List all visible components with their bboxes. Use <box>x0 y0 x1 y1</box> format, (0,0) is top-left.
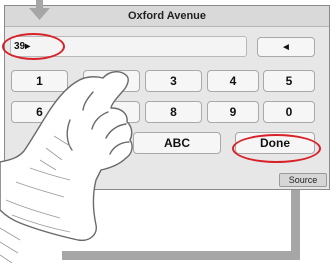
hand-pointer-icon <box>0 71 133 263</box>
device-screen-illustration: Oxford Avenue 39▸ ◄ 1 2 3 4 5 6 7 8 9 0 … <box>0 0 336 263</box>
